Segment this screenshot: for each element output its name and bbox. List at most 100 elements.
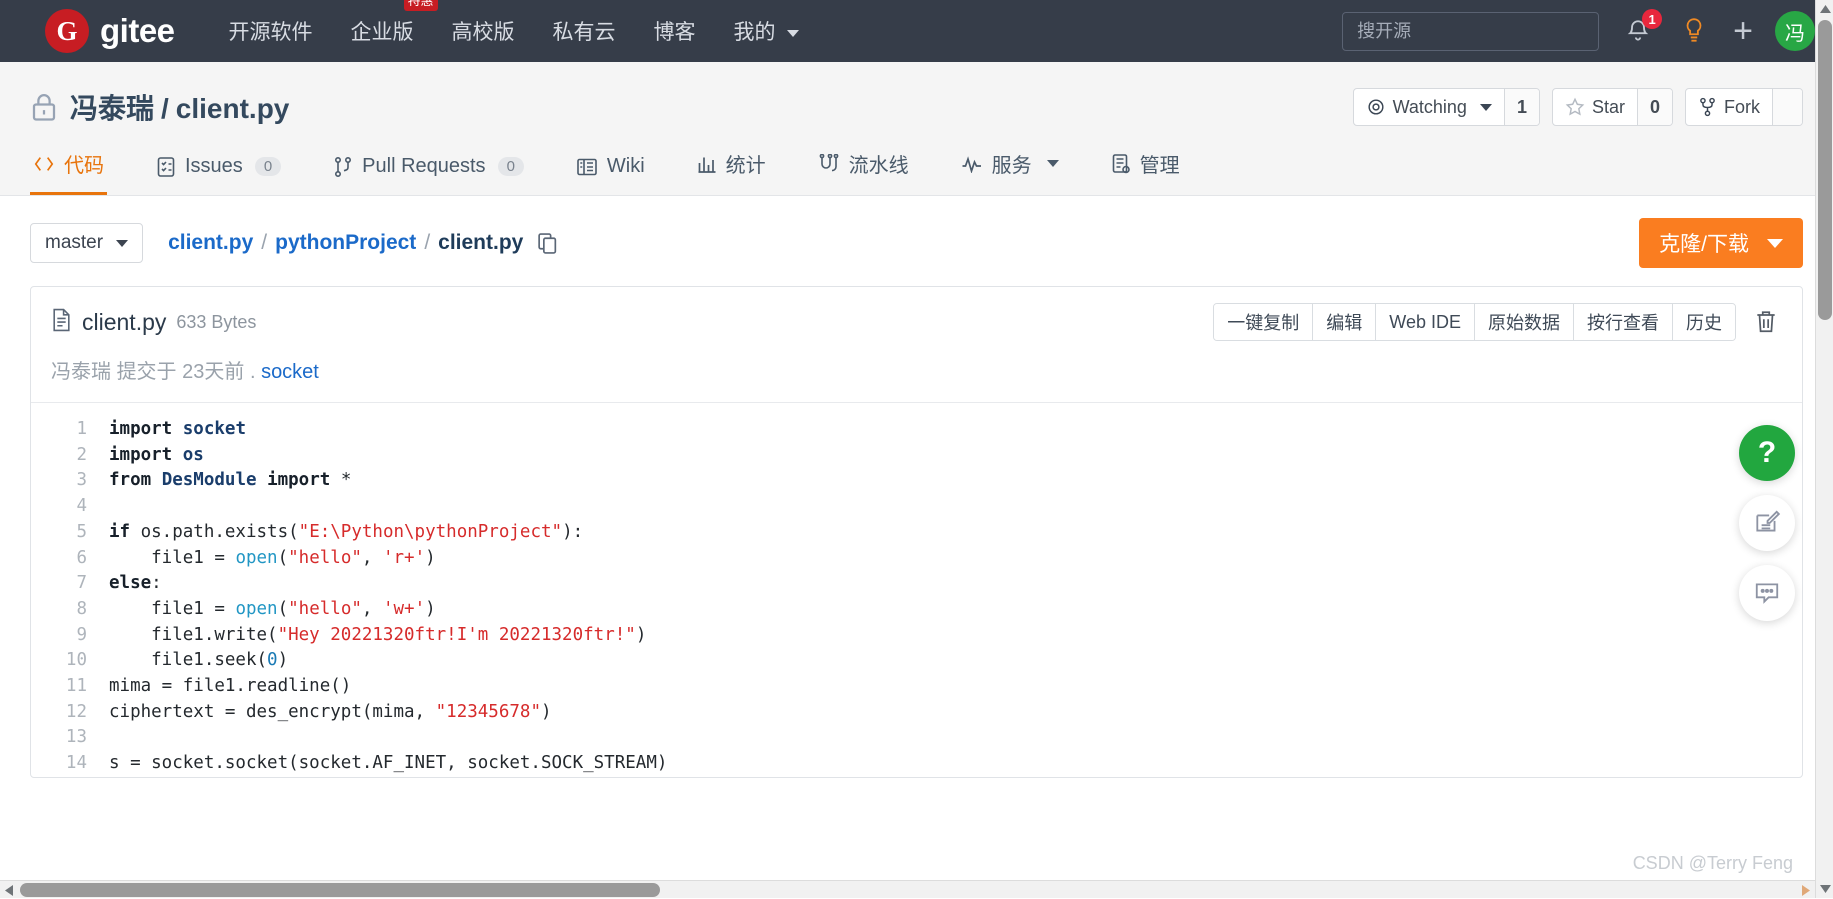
vertical-scroll-thumb[interactable] bbox=[1818, 20, 1832, 320]
vertical-scrollbar[interactable] bbox=[1815, 0, 1833, 898]
repo-title-row: 冯泰瑞 / client.py Watching 1 bbox=[30, 62, 1803, 135]
history-button[interactable]: 历史 bbox=[1672, 304, 1735, 340]
nav-link-blog[interactable]: 博客 bbox=[652, 12, 698, 50]
tab-statistics[interactable]: 统计 bbox=[694, 139, 769, 195]
file-size: 633 Bytes bbox=[176, 312, 256, 333]
code-line: 8 file1 = open("hello", 'w+') bbox=[31, 597, 1802, 623]
nav-link-enterprise[interactable]: 企业版 特惠 bbox=[349, 12, 416, 50]
chart-icon bbox=[697, 154, 717, 174]
file-header: client.py 633 Bytes 一键复制 编辑 Web IDE 原始数据… bbox=[31, 287, 1802, 341]
fork-button[interactable]: Fork bbox=[1686, 89, 1772, 125]
code-line: 3from DesModule import * bbox=[31, 468, 1802, 494]
scroll-right-arrow[interactable] bbox=[1797, 881, 1815, 899]
search-input[interactable] bbox=[1342, 12, 1599, 51]
tab-code[interactable]: 代码 bbox=[30, 139, 107, 195]
scroll-up-arrow[interactable] bbox=[1816, 0, 1833, 18]
line-number[interactable]: 5 bbox=[31, 520, 109, 546]
code-token: "hello" bbox=[288, 599, 362, 619]
line-number[interactable]: 9 bbox=[31, 623, 109, 649]
breadcrumb-item-1[interactable]: client.py bbox=[168, 231, 253, 255]
tab-pull-requests[interactable]: Pull Requests 0 bbox=[330, 145, 527, 195]
line-number[interactable]: 8 bbox=[31, 597, 109, 623]
tab-manage[interactable]: 管理 bbox=[1108, 139, 1183, 195]
code-line: 13 bbox=[31, 725, 1802, 751]
code-line: 9 file1.write("Hey 20221320ftr!I'm 20221… bbox=[31, 623, 1802, 649]
chevron-down-icon bbox=[116, 240, 128, 247]
code-token: : bbox=[151, 573, 162, 593]
breadcrumb: client.py / pythonProject / client.py bbox=[168, 231, 558, 255]
notifications-button[interactable]: 1 bbox=[1621, 14, 1655, 48]
blame-button[interactable]: 按行查看 bbox=[1573, 304, 1672, 340]
breadcrumb-item-2[interactable]: pythonProject bbox=[275, 231, 416, 255]
line-number[interactable]: 4 bbox=[31, 494, 109, 520]
gitee-logo[interactable]: G gitee bbox=[45, 9, 175, 53]
code-line: 10 file1.seek(0) bbox=[31, 648, 1802, 674]
repo-tab-bar: 代码 Issues 0 Pull Requests 0 Wiki bbox=[30, 135, 1803, 195]
breadcrumb-bar: master client.py / pythonProject / clien… bbox=[0, 196, 1833, 286]
tab-services[interactable]: 服务 bbox=[958, 139, 1062, 195]
star-button[interactable]: Star bbox=[1553, 89, 1637, 125]
web-ide-button[interactable]: Web IDE bbox=[1375, 304, 1474, 340]
copy-all-button[interactable]: 一键复制 bbox=[1214, 304, 1312, 340]
line-number[interactable]: 6 bbox=[31, 546, 109, 572]
line-number[interactable]: 13 bbox=[31, 725, 109, 751]
lightbulb-icon[interactable] bbox=[1677, 14, 1711, 48]
page-title: 冯泰瑞 / client.py bbox=[70, 87, 289, 127]
code-line: 6 file1 = open("hello", 'r+') bbox=[31, 546, 1802, 572]
repo-owner[interactable]: 冯泰瑞 bbox=[70, 87, 154, 127]
tab-label: 管理 bbox=[1140, 149, 1180, 178]
tab-label: Pull Requests bbox=[362, 155, 485, 178]
main-nav: 开源软件 企业版 特惠 高校版 私有云 博客 我的 bbox=[227, 12, 802, 50]
code-line-content: import socket bbox=[109, 417, 246, 443]
line-number[interactable]: 2 bbox=[31, 443, 109, 469]
repo-name[interactable]: client.py bbox=[176, 93, 290, 125]
code-token: ) bbox=[541, 702, 552, 722]
file-toolbar: 一键复制 编辑 Web IDE 原始数据 按行查看 历史 bbox=[1213, 303, 1782, 341]
tab-pipeline[interactable]: 流水线 bbox=[815, 139, 912, 195]
avatar[interactable]: 冯 bbox=[1775, 11, 1815, 51]
line-number[interactable]: 14 bbox=[31, 751, 109, 777]
trash-icon[interactable] bbox=[1750, 309, 1782, 335]
tab-issues[interactable]: Issues 0 bbox=[153, 145, 284, 195]
code-viewer[interactable]: 1import socket2import os3from DesModule … bbox=[31, 402, 1802, 777]
nav-link-opensource[interactable]: 开源软件 bbox=[227, 12, 315, 50]
nav-link-mine[interactable]: 我的 bbox=[732, 12, 802, 50]
code-token: os.path.exists( bbox=[130, 522, 299, 542]
nav-link-education[interactable]: 高校版 bbox=[450, 12, 517, 50]
comment-button[interactable] bbox=[1739, 565, 1795, 621]
tab-wiki[interactable]: Wiki bbox=[573, 145, 648, 195]
raw-data-button[interactable]: 原始数据 bbox=[1474, 304, 1573, 340]
clone-download-button[interactable]: 克隆/下载 bbox=[1639, 218, 1803, 268]
line-number[interactable]: 12 bbox=[31, 700, 109, 726]
watch-button[interactable]: Watching bbox=[1354, 89, 1504, 125]
fork-count[interactable] bbox=[1772, 89, 1802, 125]
code-icon bbox=[33, 154, 55, 174]
nav-link-privatecloud[interactable]: 私有云 bbox=[551, 12, 618, 50]
help-button[interactable]: ? bbox=[1739, 425, 1795, 481]
line-number[interactable]: 11 bbox=[31, 674, 109, 700]
code-token: "12345678" bbox=[436, 702, 541, 722]
line-number[interactable]: 10 bbox=[31, 648, 109, 674]
feedback-button[interactable] bbox=[1739, 495, 1795, 551]
code-line-content: import os bbox=[109, 443, 204, 469]
line-number[interactable]: 3 bbox=[31, 468, 109, 494]
code-token: file1.write( bbox=[109, 625, 278, 645]
scroll-down-arrow[interactable] bbox=[1816, 880, 1833, 898]
copy-icon[interactable] bbox=[537, 232, 558, 255]
code-token: 0 bbox=[267, 650, 278, 670]
horizontal-scrollbar[interactable] bbox=[0, 880, 1815, 898]
nav-link-label: 我的 bbox=[734, 21, 776, 44]
watch-count[interactable]: 1 bbox=[1504, 89, 1539, 125]
commit-message[interactable]: socket bbox=[261, 361, 319, 383]
create-new-button[interactable]: + bbox=[1733, 14, 1753, 48]
scroll-left-arrow[interactable] bbox=[0, 881, 18, 899]
star-count[interactable]: 0 bbox=[1637, 89, 1672, 125]
fork-button-group: Fork bbox=[1685, 88, 1803, 126]
horizontal-scroll-thumb[interactable] bbox=[20, 883, 660, 897]
edit-button[interactable]: 编辑 bbox=[1312, 304, 1375, 340]
commit-author[interactable]: 冯泰瑞 bbox=[51, 361, 111, 383]
line-number[interactable]: 1 bbox=[31, 417, 109, 443]
branch-selector[interactable]: master bbox=[30, 223, 143, 263]
line-number[interactable]: 7 bbox=[31, 571, 109, 597]
code-token: file1.seek( bbox=[109, 650, 267, 670]
